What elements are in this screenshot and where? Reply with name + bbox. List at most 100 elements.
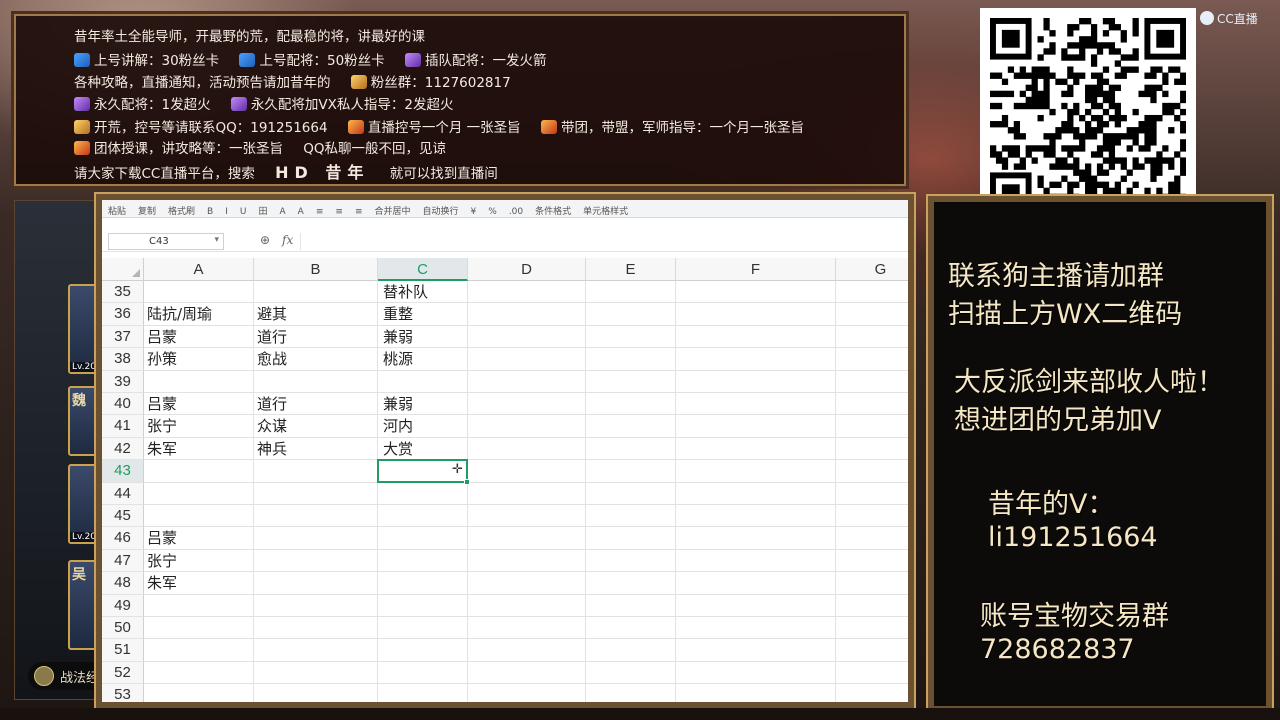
cell-g[interactable] [836, 572, 908, 595]
toolbar-item[interactable]: .00 [503, 203, 529, 217]
toolbar-item[interactable]: 自动换行 [417, 200, 465, 217]
cell-d[interactable] [468, 370, 586, 393]
column-header-e[interactable]: E [586, 258, 676, 281]
cell-b[interactable]: 神兵 [254, 437, 378, 461]
cell-a[interactable] [144, 370, 254, 393]
cell-d[interactable] [468, 661, 586, 685]
cell-b[interactable]: 愈战 [254, 348, 378, 371]
cell-f[interactable] [676, 415, 836, 438]
toolbar-item[interactable]: ¥ [465, 203, 483, 217]
cell-d[interactable] [468, 482, 586, 505]
cell-a[interactable] [144, 505, 254, 528]
row-header[interactable]: 43 [102, 460, 144, 483]
cell-g[interactable] [836, 326, 908, 349]
cell-f[interactable] [676, 594, 836, 617]
toolbar-item[interactable]: 复制 [132, 200, 162, 217]
cell-c[interactable]: 重整 [378, 303, 468, 326]
toolbar-item[interactable]: 条件格式 [529, 200, 577, 217]
cell-d[interactable] [468, 460, 586, 483]
toolbar-item[interactable]: 合并居中 [368, 200, 416, 217]
function-icon[interactable]: fx [282, 233, 293, 247]
cell-a[interactable] [144, 639, 254, 662]
toolbar-item[interactable]: 粘贴 [102, 200, 132, 217]
cell-g[interactable] [836, 303, 908, 326]
cell-f[interactable] [676, 684, 836, 702]
cell-f[interactable] [676, 460, 836, 483]
cell-e[interactable] [586, 348, 676, 371]
cell-f[interactable] [676, 617, 836, 640]
cell-c[interactable]: 大赏 [378, 437, 468, 461]
cell-a[interactable] [144, 617, 254, 640]
row-header[interactable]: 36 [102, 303, 144, 326]
cell-b[interactable] [254, 505, 378, 528]
toolbar-item[interactable]: A [274, 203, 292, 217]
cell-b[interactable] [254, 594, 378, 617]
cell-a[interactable]: 孙策 [144, 348, 254, 371]
row-header[interactable]: 52 [102, 661, 144, 685]
cell-d[interactable] [468, 505, 586, 528]
cell-f[interactable] [676, 303, 836, 326]
cell-b[interactable] [254, 572, 378, 595]
cell-e[interactable] [586, 460, 676, 483]
cell-c[interactable]: 河内 [378, 415, 468, 438]
cell-c[interactable]: 桃源 [378, 348, 468, 371]
cell-g[interactable] [836, 527, 908, 550]
cell-a[interactable] [144, 594, 254, 617]
cell-d[interactable] [468, 393, 586, 416]
cell-c[interactable] [378, 639, 468, 662]
cell-g[interactable] [836, 393, 908, 416]
row-header[interactable]: 50 [102, 617, 144, 640]
toolbar-item[interactable]: U [234, 203, 253, 217]
toolbar-item[interactable]: % [482, 203, 503, 217]
row-header[interactable]: 42 [102, 437, 144, 461]
cell-d[interactable] [468, 684, 586, 702]
cell-b[interactable]: 道行 [254, 393, 378, 416]
cell-e[interactable] [586, 437, 676, 461]
cell-b[interactable]: 避其 [254, 303, 378, 326]
cell-g[interactable] [836, 684, 908, 702]
cell-b[interactable] [254, 482, 378, 505]
cell-f[interactable] [676, 661, 836, 685]
cell-g[interactable] [836, 595, 908, 617]
cell-e[interactable] [586, 661, 676, 685]
cell-c[interactable] [378, 684, 468, 702]
name-box[interactable]: C43 ▾ [108, 233, 224, 250]
cell-d[interactable] [468, 325, 586, 349]
cell-c[interactable]: 替补队 [378, 281, 468, 304]
cell-e[interactable] [586, 505, 676, 528]
column-header-f[interactable]: F [676, 258, 836, 281]
cell-f[interactable] [676, 393, 836, 416]
cell-b[interactable] [254, 460, 378, 483]
row-header[interactable]: 44 [102, 482, 144, 505]
cell-d[interactable] [468, 617, 586, 640]
cell-c[interactable] [378, 661, 468, 685]
cell-g[interactable] [836, 639, 908, 662]
cell-f[interactable] [676, 325, 836, 349]
cell-g[interactable] [836, 505, 908, 528]
cell-c[interactable]: 兼弱 [378, 325, 468, 349]
cell-g[interactable] [836, 483, 908, 505]
cell-a[interactable]: 朱军 [144, 437, 254, 461]
row-header[interactable]: 41 [102, 415, 144, 438]
cell-c[interactable] [378, 617, 468, 640]
cell-g[interactable] [836, 438, 908, 461]
row-header[interactable]: 46 [102, 527, 144, 550]
column-header-b[interactable]: B [254, 258, 378, 281]
cell-a[interactable] [144, 661, 254, 685]
cell-a[interactable]: 张宁 [144, 549, 254, 573]
cell-f[interactable] [676, 549, 836, 573]
cell-a[interactable] [144, 684, 254, 702]
toolbar-item[interactable]: A [292, 203, 310, 217]
cell-d[interactable] [468, 437, 586, 461]
cell-c[interactable] [378, 594, 468, 617]
row-header[interactable]: 37 [102, 325, 144, 349]
row-header[interactable]: 47 [102, 549, 144, 573]
cell-e[interactable] [586, 303, 676, 326]
cell-a[interactable]: 吕蒙 [144, 393, 254, 416]
row-header[interactable]: 48 [102, 572, 144, 595]
cell-g[interactable] [836, 348, 908, 371]
column-header-a[interactable]: A [144, 258, 254, 281]
cell-a[interactable] [144, 460, 254, 483]
cell-g[interactable] [836, 550, 908, 573]
cell-e[interactable] [586, 527, 676, 550]
